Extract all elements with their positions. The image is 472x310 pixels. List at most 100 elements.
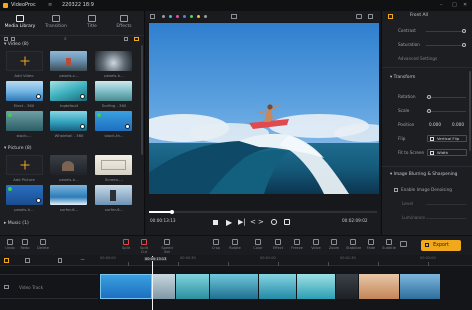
tab-effects[interactable]: Effects [106, 13, 142, 35]
timeline-playhead[interactable] [152, 256, 153, 310]
next-mark-icon[interactable]: > [258, 218, 264, 226]
redo-button[interactable]: Redo [18, 238, 32, 250]
picture-thumb-5[interactable] [95, 185, 132, 205]
delete-button[interactable]: Delete [36, 238, 50, 250]
voice-button[interactable]: Voice [309, 238, 323, 250]
video-thumb-3[interactable] [6, 81, 43, 101]
export-button[interactable]: Export [421, 240, 461, 251]
advanced-settings-link[interactable]: Advanced Settings [398, 56, 437, 61]
picture-thumb-2[interactable] [95, 155, 132, 175]
flip-button[interactable]: Vertical Flip [427, 135, 467, 142]
fade-button[interactable]: Fade [364, 238, 378, 250]
stop-icon[interactable] [213, 220, 218, 225]
video-thumb-2[interactable] [95, 51, 132, 71]
grid-view-icon[interactable] [4, 37, 8, 41]
lock-icon[interactable] [58, 258, 62, 263]
video-thumb-4[interactable] [50, 81, 87, 101]
timeline-clip-7[interactable] [336, 274, 358, 299]
effect-button[interactable]: Effect [271, 238, 285, 250]
crop-button[interactable]: Crop [209, 238, 223, 250]
timeline-clip-1[interactable] [100, 274, 152, 299]
prev-mark-icon[interactable]: < [250, 218, 256, 226]
zoom-out-icon[interactable]: − [80, 256, 85, 263]
video-thumb-6[interactable] [6, 111, 43, 131]
contrast-slider-thumb[interactable] [462, 29, 466, 33]
saturation-slider-thumb[interactable] [462, 43, 466, 47]
timeline-clip-4[interactable] [210, 274, 258, 299]
properties-scrollbar[interactable] [469, 71, 471, 151]
saturation-slider[interactable] [426, 45, 466, 46]
preview-progress-thumb[interactable] [170, 210, 174, 214]
picture-thumb-3[interactable] [6, 185, 43, 205]
fullscreen-icon[interactable] [368, 14, 373, 19]
music-section-header[interactable]: ▸ Music (1) [4, 221, 29, 226]
freeze-button[interactable]: Freeze [290, 238, 304, 250]
tab-media-library[interactable]: Media Library [2, 13, 38, 35]
tab-title[interactable]: Title [74, 13, 110, 35]
close-icon[interactable]: ✕ [463, 0, 467, 11]
color-tag-pink-icon[interactable] [176, 15, 179, 18]
media-scrollbar[interactable] [141, 45, 143, 155]
panel-folder-icon[interactable] [134, 37, 139, 41]
timeline-clip-8[interactable] [359, 274, 399, 299]
add-track-icon[interactable] [4, 258, 9, 263]
stabilize-button[interactable]: Stabilize [346, 238, 361, 250]
scale-slider-thumb[interactable] [427, 109, 431, 113]
audio-toggle-icon[interactable] [400, 241, 407, 247]
preview-settings-icon[interactable] [150, 14, 155, 19]
position-y-field[interactable]: 0.000 [452, 122, 464, 127]
video-thumb-8[interactable] [95, 111, 132, 131]
preview-video[interactable] [149, 23, 379, 194]
video-thumb-7[interactable] [50, 111, 87, 131]
contrast-slider[interactable] [426, 31, 466, 32]
transform-section-header[interactable]: ▾ Transform [390, 75, 415, 80]
rotation-slider-thumb[interactable] [427, 95, 431, 99]
color-tag-yellow-icon[interactable] [197, 15, 200, 18]
video-section-header[interactable]: ▾ Video (8) [4, 42, 29, 47]
timeline-clip-9[interactable] [400, 274, 440, 299]
color-tag-green-icon[interactable] [190, 15, 193, 18]
subtitle-button[interactable]: Subtitle [382, 238, 396, 250]
aspect-ratio-icon[interactable] [231, 14, 237, 19]
properties-icon[interactable] [388, 14, 393, 19]
denoise-level-slider[interactable] [426, 204, 466, 205]
snapshot-icon[interactable] [356, 14, 362, 19]
color-tag-grey2-icon[interactable] [204, 15, 207, 18]
zoom-button[interactable]: Zoom [327, 238, 341, 250]
scale-slider[interactable] [426, 111, 466, 112]
picture-thumb-4[interactable] [50, 185, 87, 205]
blur-sharpen-section-header[interactable]: ▾ Image Blurring & Sharpening [390, 172, 457, 177]
split-cut-button[interactable]: Split Cut [137, 238, 151, 254]
preview-progress-track[interactable] [149, 211, 377, 213]
undo-button[interactable]: Undo [3, 238, 17, 250]
video-thumb-1[interactable] [50, 51, 87, 71]
denoise-luminance-slider[interactable] [426, 218, 466, 219]
next-frame-icon[interactable]: ▶| [238, 218, 246, 226]
timeline-clip-6[interactable] [297, 274, 335, 299]
sort-icon[interactable] [11, 37, 15, 41]
video-thumb-5[interactable] [95, 81, 132, 101]
search-icon[interactable]: ⌕ [64, 36, 67, 42]
speed-button[interactable]: Speed Set [160, 238, 174, 254]
denoise-checkbox[interactable] [394, 188, 398, 192]
color-button[interactable]: Color [251, 238, 265, 250]
tab-transition[interactable]: Transition [38, 13, 74, 35]
color-tag-grey-icon[interactable] [162, 15, 165, 18]
maximize-icon[interactable]: □ [452, 0, 457, 11]
minimize-icon[interactable]: – [440, 0, 443, 11]
timeline-clip-2[interactable] [153, 274, 175, 299]
position-x-field[interactable]: 0.000 [429, 122, 441, 127]
preview-snapshot-icon[interactable] [284, 219, 290, 225]
rotation-slider[interactable] [426, 97, 466, 98]
timeline-clip-3[interactable] [176, 274, 209, 299]
menu-icon[interactable]: ≡ [48, 0, 52, 11]
panel-settings-icon[interactable] [124, 37, 128, 41]
timeline-clip-5[interactable] [259, 274, 296, 299]
fit-width-button[interactable]: Width [427, 149, 467, 156]
add-video-button[interactable] [6, 51, 43, 71]
color-tag-blue-icon[interactable] [183, 15, 186, 18]
add-picture-button[interactable] [6, 155, 43, 175]
picture-section-header[interactable]: ▾ Picture (8) [4, 146, 32, 151]
split-button[interactable]: Split [119, 238, 133, 250]
loop-icon[interactable] [271, 219, 277, 225]
